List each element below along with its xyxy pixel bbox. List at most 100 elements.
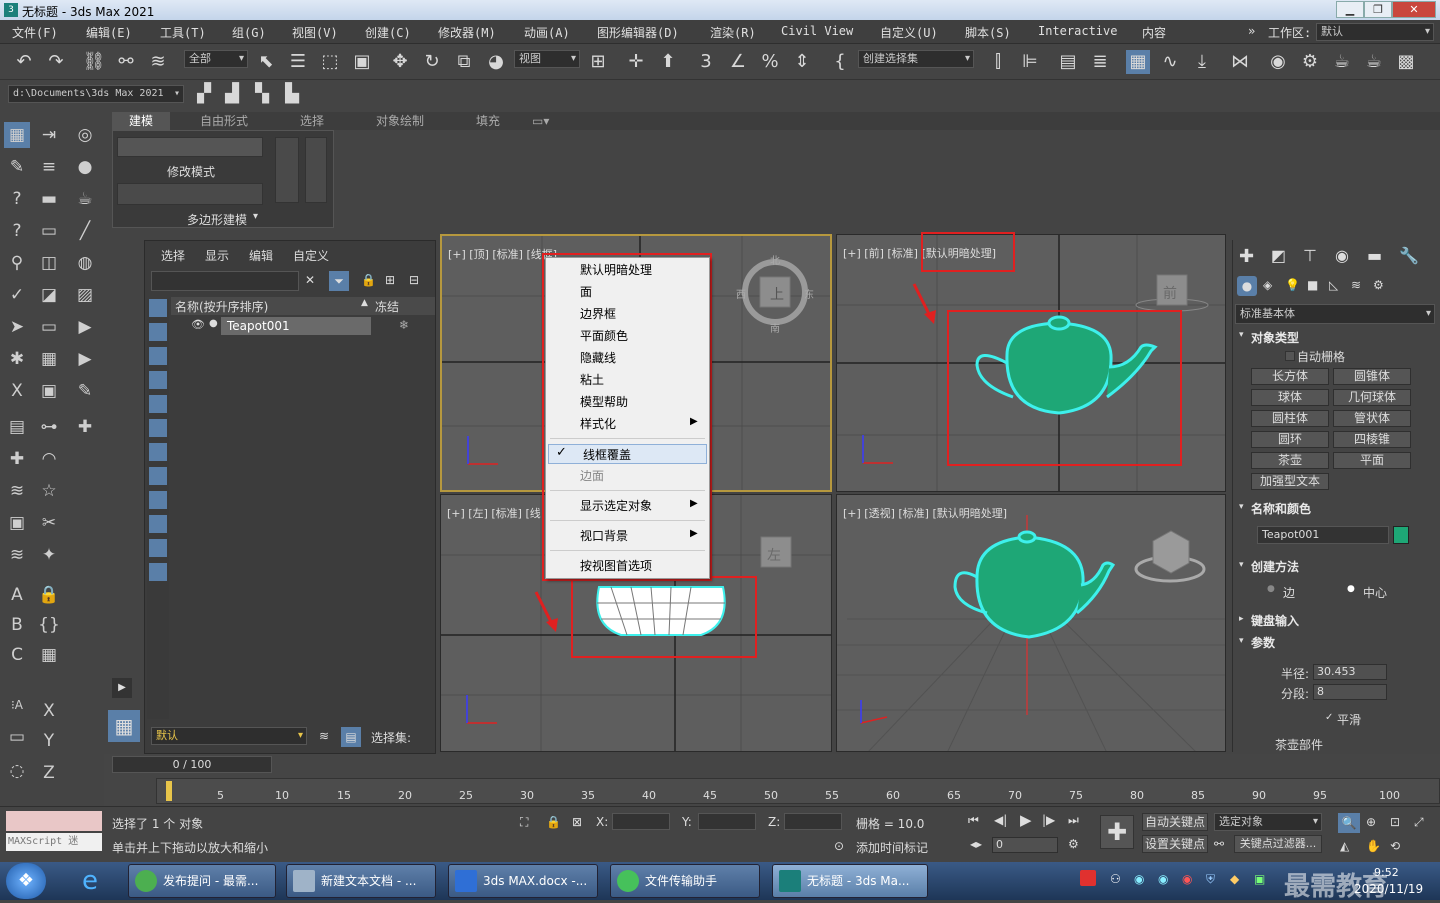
layer-explorer-icon[interactable]: ≣ (1088, 50, 1112, 74)
menu-item-edged-faces[interactable]: 边面 (546, 466, 709, 486)
shape-filter-icon[interactable] (149, 323, 167, 341)
category-dropdown[interactable]: 标准基本体 (1235, 304, 1435, 324)
selection-lock-icon[interactable]: 🔒 (546, 815, 561, 829)
rect-selection-icon[interactable]: ⬚ (318, 50, 342, 74)
rollout-collapse-icon[interactable]: ▾ (1239, 502, 1244, 512)
axis-x-icon[interactable]: X (36, 698, 62, 724)
column-freeze[interactable]: 冻结 (375, 298, 399, 315)
sphere-icon[interactable]: ● (72, 154, 98, 180)
snowflake-icon[interactable]: ✱ (4, 346, 30, 372)
schematic-view-icon[interactable]: ⋈ (1228, 50, 1252, 74)
menu-item-clay[interactable]: 粘土 (546, 370, 709, 390)
track-bar[interactable]: 5 10 15 20 25 30 35 40 45 50 55 60 65 70… (156, 778, 1440, 804)
spacewarp-filter-icon[interactable] (149, 419, 167, 437)
select-by-name-icon[interactable]: ☰ (286, 50, 310, 74)
motion-tab-icon[interactable]: ◉ (1335, 246, 1349, 265)
edit-named-sel-icon[interactable]: { (828, 50, 852, 74)
check-icon[interactable]: ✓ (4, 282, 30, 308)
tab-populate[interactable]: 填充 (476, 112, 500, 130)
brush-icon[interactable]: ✎ (72, 378, 98, 404)
absolute-mode-icon[interactable]: ⊠ (572, 815, 582, 829)
tab-modeling[interactable]: 建模 (112, 112, 170, 130)
document-icon[interactable]: ▤ (4, 414, 30, 440)
expand-panel-icon[interactable]: ▶ (112, 678, 132, 698)
menu-item-viewport-background[interactable]: 视口背景 (546, 526, 709, 546)
mirror-icon[interactable]: ⫿ (986, 50, 1010, 74)
textplus-button[interactable]: 加强型文本 (1251, 473, 1329, 490)
dope-sheet-icon[interactable]: ⤓ (1190, 50, 1214, 74)
viewport-label-perspective[interactable]: [+] [透视] [标准] [默认明暗处理] (843, 505, 1007, 521)
key-filter-icon[interactable]: ⚯ (1214, 837, 1224, 851)
subobject-buttons[interactable] (117, 137, 263, 157)
time-tag-icon[interactable]: ⊙ (834, 839, 844, 853)
project-path-dropdown[interactable]: d:\Documents\3ds Max 2021 (8, 85, 184, 103)
object-name-input[interactable]: Teapot001 (1257, 526, 1389, 544)
orbit-icon[interactable]: ⟲ (1390, 839, 1400, 853)
segments-spinner[interactable]: 8 (1313, 684, 1387, 700)
tab-freeform[interactable]: 自由形式 (200, 112, 248, 130)
container-filter-icon[interactable] (149, 515, 167, 533)
fov-icon[interactable]: ◭ (1340, 839, 1349, 853)
snap-3d-icon[interactable]: 3 (694, 50, 718, 74)
helper-filter-icon[interactable] (149, 395, 167, 413)
cylinder-button[interactable]: 圆柱体 (1251, 410, 1329, 427)
lights-icon[interactable]: 💡 (1285, 278, 1300, 292)
menu-content[interactable]: 内容 (1142, 24, 1166, 41)
geometry-filter-icon[interactable] (149, 299, 167, 317)
frozen-filter-icon[interactable] (149, 539, 167, 557)
render-online-icon[interactable]: ▩ (1394, 50, 1418, 74)
auto-key-button[interactable]: 自动关键点 (1142, 813, 1208, 831)
menu-modifiers[interactable]: 修改器(M) (438, 24, 496, 41)
chevron-down-icon[interactable]: ▾ (253, 211, 258, 222)
menu-edit[interactable]: 编辑(E) (86, 24, 132, 41)
axis-y-icon[interactable]: Y (36, 728, 62, 754)
angle-snap-icon[interactable]: ∠ (726, 50, 750, 74)
eye-icon[interactable]: 👁 (191, 318, 205, 331)
geometry-icon[interactable]: ● (1237, 276, 1257, 296)
poly-modeling-label[interactable]: 多边形建模 (187, 211, 247, 228)
viewport-label-left[interactable]: [+] [左] [标准] [线 (447, 505, 541, 521)
cross-icon[interactable]: ✚ (72, 414, 98, 440)
tray-icon[interactable]: ◉ (1182, 872, 1192, 886)
rollout-creation-method[interactable]: 创建方法 (1251, 558, 1440, 578)
cube-icon[interactable]: ▨ (72, 282, 98, 308)
time-slider[interactable]: 0 / 100 (112, 756, 272, 773)
pin-buttons[interactable] (305, 137, 327, 203)
render-setup-icon[interactable]: ⚙ (1298, 50, 1322, 74)
hierarchy-tab-icon[interactable]: ⊤ (1303, 246, 1317, 265)
pyramid-button[interactable]: 四棱锥 (1333, 431, 1411, 448)
stack-icon[interactable]: ▭ (36, 218, 62, 244)
task-publish-question[interactable]: 发布提问 - 最需... (128, 864, 276, 898)
center-radio[interactable]: ● (1347, 584, 1355, 594)
rotate-icon[interactable]: ↻ (420, 50, 444, 74)
menu-scripting[interactable]: 脚本(S) (965, 24, 1011, 41)
radius-spinner[interactable]: 30.453 (1313, 664, 1387, 680)
pan-icon[interactable]: ✋ (1366, 839, 1381, 853)
zoom-extents-icon[interactable]: ⊡ (1390, 815, 1400, 829)
current-frame-field[interactable]: 0 (992, 837, 1058, 853)
autogrid-checkbox[interactable] (1285, 351, 1295, 361)
object-color-swatch[interactable] (1393, 526, 1409, 544)
filter-icon[interactable]: ⏷ (329, 271, 349, 291)
rollout-expand-icon[interactable]: ▸ (1239, 614, 1244, 624)
import-icon[interactable]: ⇥ (36, 122, 62, 148)
plane-button[interactable]: 平面 (1333, 452, 1411, 469)
tube-button[interactable]: 管状体 (1333, 410, 1411, 427)
time-config-icon[interactable]: ⚙ (1068, 837, 1079, 851)
camera-filter-icon[interactable] (149, 371, 167, 389)
group-filter-icon[interactable] (149, 443, 167, 461)
plus-stack-icon[interactable]: ✚ (4, 446, 30, 472)
axis-z-icon[interactable]: Z (36, 760, 62, 786)
modify-tab-icon[interactable]: ◩ (1271, 246, 1286, 265)
set-key-button[interactable]: 设置关键点 (1142, 835, 1208, 853)
set-project-icon[interactable]: ▙ (280, 82, 304, 106)
select-object-icon[interactable]: ⬉ (254, 50, 278, 74)
table-row[interactable]: 👁 ● Teapot001 ❄ (171, 317, 435, 335)
scene-tab-customize[interactable]: 自定义 (293, 247, 329, 264)
key-mode-icon[interactable]: ◂▸ (970, 837, 982, 851)
xp-icon[interactable]: X (4, 378, 30, 404)
next-frame-icon[interactable]: |▶ (1042, 813, 1055, 827)
project-folder-icon[interactable]: ▚ (250, 82, 274, 106)
minimize-button[interactable]: ▁ (1336, 1, 1364, 18)
save-icon[interactable]: ▣ (36, 378, 62, 404)
